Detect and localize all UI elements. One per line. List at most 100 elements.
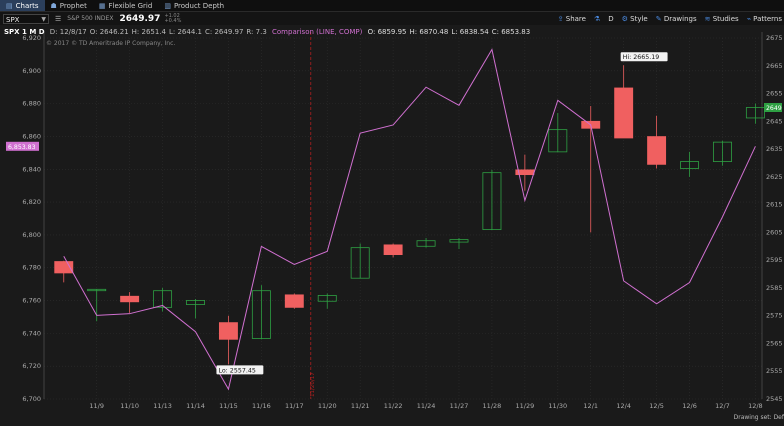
last-price: 2649.97	[119, 13, 161, 24]
chevron-down-icon[interactable]: ▼	[41, 15, 46, 25]
chart-icon: ▤	[6, 1, 13, 10]
x-axis-tick-label: 11/22	[384, 402, 403, 410]
candle-body	[647, 136, 667, 165]
readout-value: C: 6853.83	[491, 28, 531, 36]
ohlc-readout: D: 12/8/17 O: 2646.21 H: 2651.4 L: 2644.1 C:…	[47, 28, 267, 36]
patterns-label: Patterns	[753, 14, 782, 23]
x-axis-tick-label: 11/21	[351, 402, 370, 410]
studies-label: Studies	[712, 14, 739, 23]
left-axis-tick-label: 6,760	[22, 297, 41, 305]
x-axis-tick-label: 12/8	[748, 402, 763, 410]
left-axis-tick-label: 6,780	[22, 264, 41, 272]
period-marker-label: 11/20/17	[310, 372, 316, 397]
price-last-value: 2649	[766, 105, 782, 112]
readout-value: L: 2644.1	[169, 28, 202, 36]
drawings-label: Drawings	[663, 14, 697, 23]
depth-icon: ▥	[164, 1, 171, 10]
right-axis-tick-label: 2655	[766, 90, 783, 98]
drawings-button[interactable]: ✎ Drawings	[656, 15, 697, 23]
right-axis-tick-label: 2575	[766, 312, 783, 320]
symbol-input[interactable]: SPX ▼	[3, 13, 49, 25]
x-axis-tick-label: 11/30	[548, 402, 567, 410]
studies-icon: ≋	[704, 14, 711, 23]
tab-flexible-grid[interactable]: ▦ Flexible Grid	[93, 0, 158, 11]
tab-bar: ▤ Charts ☗ Prophet ▦ Flexible Grid ▥ Product De…	[0, 0, 784, 12]
readout-value: L: 6838.54	[451, 28, 489, 36]
tab-product-depth[interactable]: ▥ Product Depth	[158, 0, 230, 11]
candle-body	[284, 294, 304, 308]
prophet-icon: ☗	[50, 1, 57, 10]
share-label: Share	[565, 14, 586, 23]
grid-icon: ▦	[98, 1, 106, 10]
symbol-name: S&P 500 INDEX	[67, 15, 114, 22]
x-axis-tick-label: 11/17	[285, 402, 304, 410]
chart-background	[0, 26, 784, 424]
x-axis-tick-label: 11/24	[417, 402, 436, 410]
comparison-last-value: 6,853.83	[8, 144, 36, 151]
tab-prophet[interactable]: ☗ Prophet	[45, 0, 93, 11]
symbol-value: SPX	[6, 15, 20, 24]
right-axis-tick-label: 2615	[766, 201, 783, 209]
right-axis-tick-label: 2585	[766, 284, 783, 292]
candle-body	[383, 244, 403, 255]
x-axis-tick-label: 11/20	[318, 402, 337, 410]
left-axis-tick-label: 6,800	[22, 231, 41, 239]
pencil-icon: ✎	[655, 14, 662, 23]
toolbar-actions: ⇪ Share ⚗ D ⚙ Style ✎ Drawings ≋ Studies…	[558, 12, 784, 25]
high-label: Hi: 2665.19	[623, 54, 660, 61]
share-icon: ⇪	[557, 14, 564, 23]
comparison-label: Comparison (LINE, COMP)	[272, 28, 363, 36]
x-axis-tick-label: 11/27	[450, 402, 469, 410]
left-axis-tick-label: 6,700	[22, 395, 41, 403]
symbol-lookup-icon[interactable]: ☰	[55, 15, 61, 23]
readout-value: H: 6870.48	[409, 28, 449, 36]
style-button[interactable]: ⚙ Style	[622, 15, 648, 23]
patterns-button[interactable]: ⌁ Patterns	[747, 15, 782, 23]
flask-icon[interactable]: ⚗	[594, 15, 600, 23]
chart-toolbar: SPX ▼ ☰ S&P 500 INDEX 2649.97 +1.02 +0.4…	[0, 12, 784, 25]
x-axis-tick-label: 12/5	[649, 402, 664, 410]
x-axis-tick-label: 12/4	[616, 402, 631, 410]
x-axis-tick-label: 11/13	[153, 402, 172, 410]
tab-charts[interactable]: ▤ Charts	[0, 0, 45, 11]
studies-button[interactable]: ≋ Studies	[705, 15, 739, 23]
right-axis-tick-label: 2545	[766, 395, 783, 403]
style-label: Style	[630, 14, 648, 23]
footer-status: Drawing set: Def	[733, 414, 784, 421]
chart-canvas[interactable]: 6,700 6,720 6,740 6,760 6,780 6,800 6,820 6,840…	[0, 26, 784, 424]
x-axis-tick-label: 11/10	[120, 402, 139, 410]
right-axis-tick-label: 2605	[766, 228, 783, 236]
candle-body	[218, 322, 238, 340]
gear-icon: ⚙	[621, 14, 628, 23]
left-axis-tick-label: 6,860	[22, 132, 41, 140]
readout-value: O: 2646.21	[89, 28, 129, 36]
price-change: +1.02 +0.4%	[164, 13, 181, 24]
tab-label: Prophet	[59, 1, 87, 10]
right-axis-tick-label: 2665	[766, 62, 783, 70]
readout-value: C: 2649.97	[204, 28, 244, 36]
copyright-text: © 2017 © TD Ameritrade IP Company, Inc.	[46, 40, 176, 47]
right-axis-tick-label: 2555	[766, 367, 783, 375]
left-axis-tick-label: 6,720	[22, 362, 41, 370]
candle-body	[614, 87, 634, 139]
low-label: Lo: 2557.45	[218, 367, 255, 374]
x-axis-tick-label: 11/9	[89, 402, 104, 410]
right-axis-tick-label: 2565	[766, 339, 783, 347]
left-axis-tick-label: 6,840	[22, 165, 41, 173]
readout-value: R: 7.3	[246, 28, 267, 36]
tab-label: Product Depth	[173, 1, 225, 10]
readout-value: O: 6859.95	[367, 28, 407, 36]
x-axis-tick-label: 11/14	[186, 402, 205, 410]
right-axis-tick-label: 2675	[766, 34, 783, 42]
x-axis-tick-label: 12/6	[682, 402, 697, 410]
share-button[interactable]: ⇪ Share	[558, 15, 586, 23]
chart-header: SPX 1 M D D: 12/8/17 O: 2646.21 H: 2651.4 L…	[4, 28, 530, 36]
left-axis-tick-label: 6,880	[22, 100, 41, 108]
price-chart[interactable]: 6,700 6,720 6,740 6,760 6,780 6,800 6,820 6,840…	[0, 26, 784, 424]
right-axis-tick-label: 2625	[766, 173, 783, 181]
period-button[interactable]: D	[608, 15, 613, 23]
patterns-icon: ⌁	[746, 14, 751, 23]
left-axis-tick-label: 6,740	[22, 329, 41, 337]
right-axis-tick-label: 2595	[766, 256, 783, 264]
x-axis-tick-label: 12/7	[715, 402, 730, 410]
